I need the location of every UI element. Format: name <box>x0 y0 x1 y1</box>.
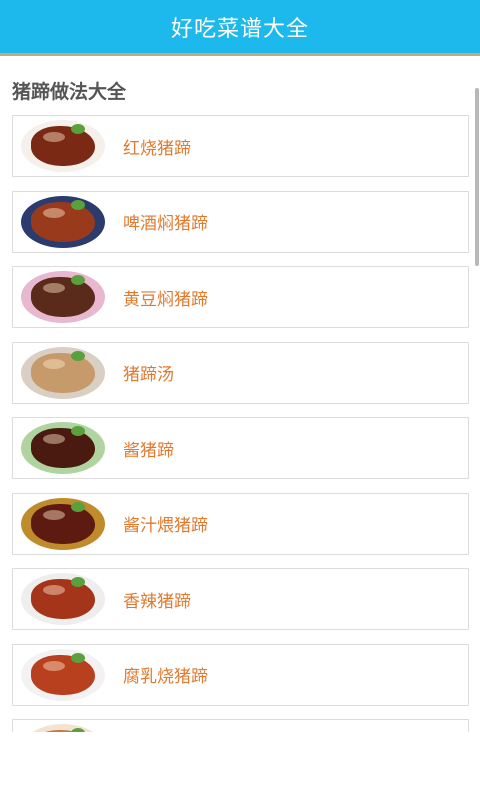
ad-indicator-icon <box>0 732 480 800</box>
recipe-item[interactable]: 腐乳烧猪蹄 <box>12 643 469 706</box>
soy-sauce-trotter-photo <box>13 418 111 478</box>
recipe-list-page[interactable]: 猪蹄做法大全 红烧猪蹄啤酒焖猪蹄黄豆焖猪蹄猪蹄汤酱猪蹄酱汁煨猪蹄香辣猪蹄腐乳烧猪… <box>0 59 480 800</box>
soybean-trotter-photo <box>13 267 111 327</box>
recipe-item[interactable]: 猪蹄汤 <box>12 341 469 404</box>
recipe-name: 香辣猪蹄 <box>123 591 191 612</box>
sauce-simmered-trotter-photo <box>13 493 111 554</box>
recipe-item[interactable]: 红烧猪蹄 <box>12 115 469 177</box>
beer-trotter-photo <box>13 191 111 252</box>
recipe-name: 黄豆焖猪蹄 <box>123 289 208 310</box>
recipe-list: 红烧猪蹄啤酒焖猪蹄黄豆焖猪蹄猪蹄汤酱猪蹄酱汁煨猪蹄香辣猪蹄腐乳烧猪蹄 <box>12 115 469 795</box>
recipe-item[interactable]: 酱汁煨猪蹄 <box>12 492 469 555</box>
recipe-item[interactable]: 啤酒焖猪蹄 <box>12 190 469 253</box>
recipe-name: 酱猪蹄 <box>123 440 174 461</box>
scrollbar[interactable] <box>475 88 479 266</box>
fermented-tofu-trotter-photo <box>13 644 111 705</box>
recipe-item[interactable]: 酱猪蹄 <box>12 417 469 479</box>
recipe-name: 猪蹄汤 <box>123 365 174 385</box>
spicy-trotter-photo <box>13 569 111 629</box>
recipe-name: 红烧猪蹄 <box>123 138 191 159</box>
app-header: 好吃菜谱大全 <box>0 0 480 56</box>
trotter-soup-photo <box>13 342 111 403</box>
recipe-name: 腐乳烧猪蹄 <box>123 667 208 687</box>
recipe-item[interactable]: 黄豆焖猪蹄 <box>12 266 469 328</box>
section-title: 猪蹄做法大全 <box>12 81 127 103</box>
recipe-name: 酱汁煨猪蹄 <box>123 516 208 536</box>
recipe-name: 啤酒焖猪蹄 <box>123 214 208 234</box>
braised-trotter-photo <box>13 116 111 176</box>
app-title: 好吃菜谱大全 <box>170 16 309 42</box>
recipe-item[interactable]: 香辣猪蹄 <box>12 568 469 630</box>
